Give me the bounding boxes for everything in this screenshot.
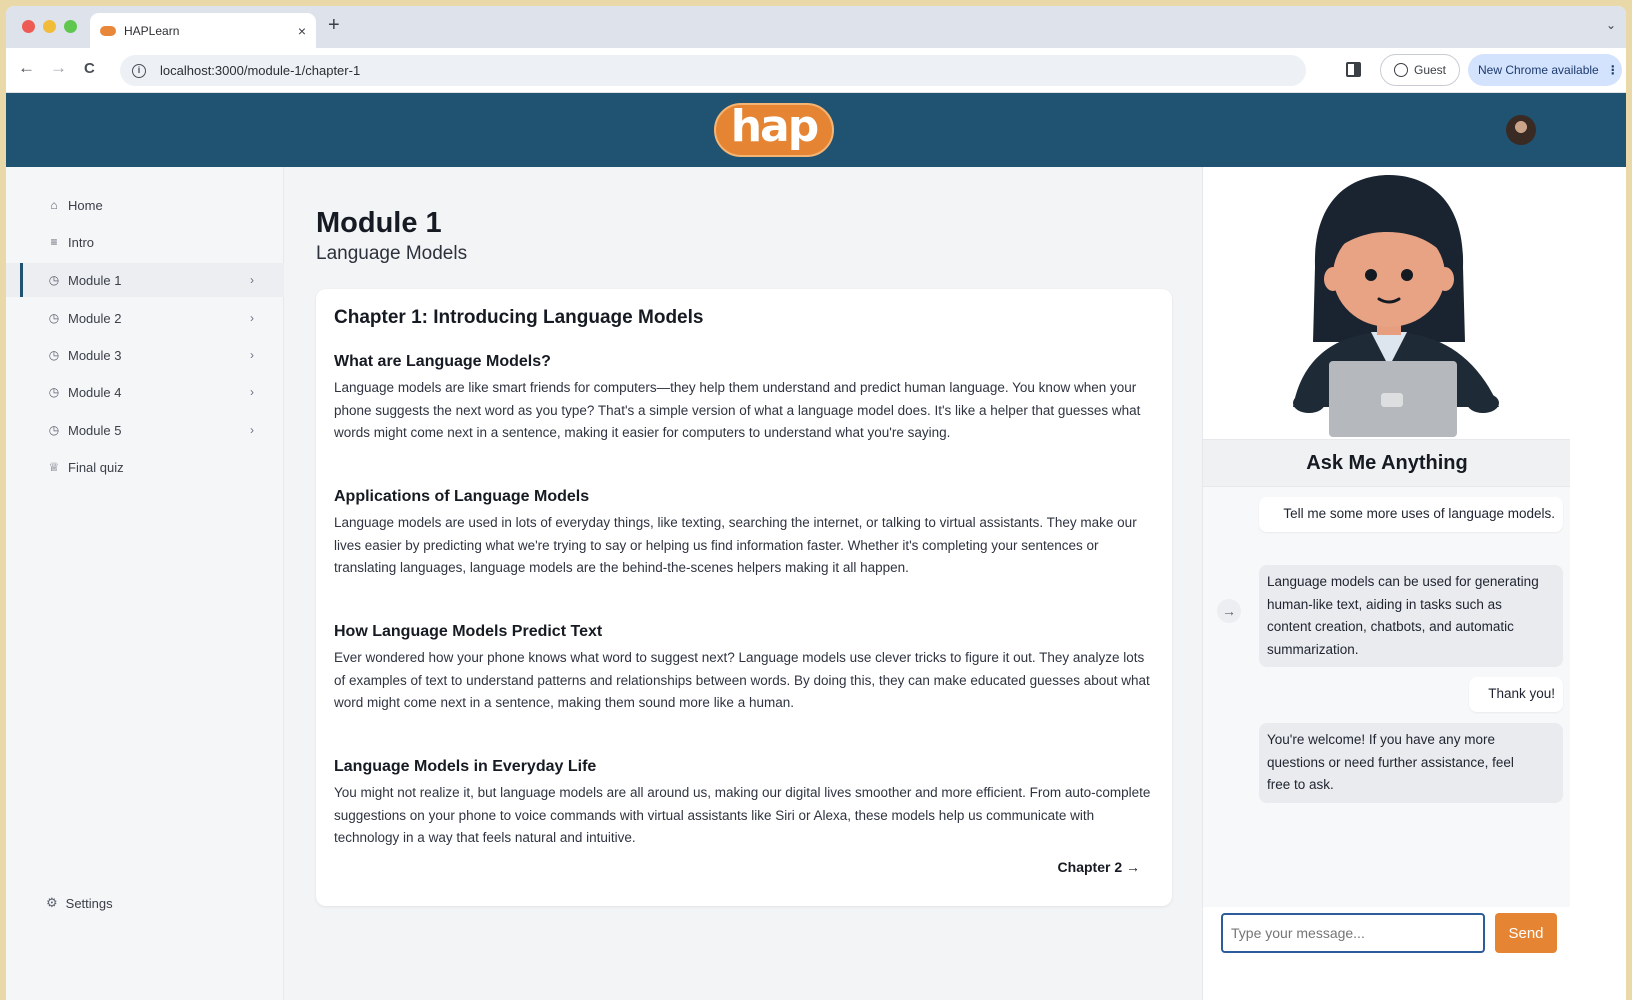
chevron-right-icon: ›	[250, 273, 254, 287]
chat-messages: Tell me some more uses of language model…	[1203, 487, 1571, 907]
tab-close-icon[interactable]: ×	[298, 23, 306, 39]
sidebar-item-label: Module 1	[68, 272, 122, 288]
section-body: Language models are like smart friends f…	[334, 380, 1141, 440]
new-tab-button[interactable]: +	[328, 14, 340, 37]
sidebar-item-label: Module 5	[68, 422, 122, 438]
user-message: Tell me some more uses of language model…	[1259, 497, 1563, 532]
guest-icon	[1393, 63, 1408, 77]
page-subtitle: Language Models	[316, 243, 468, 264]
hap-logo[interactable]: hap	[714, 100, 834, 157]
guest-label: Guest	[1413, 63, 1446, 77]
side-panel-icon[interactable]	[1346, 62, 1361, 77]
window-controls	[22, 20, 77, 33]
list-icon: ≡	[50, 235, 58, 249]
back-button[interactable]: ←	[18, 58, 35, 78]
chevron-right-icon: ›	[250, 423, 254, 437]
tab-title: HAPLearn	[124, 23, 180, 38]
sidebar-item-label: Module 3	[68, 347, 122, 363]
sidebar-item-module-4[interactable]: ◷ Module 4 ›	[6, 375, 284, 409]
profile-button[interactable]: Guest	[1380, 54, 1460, 86]
favicon-icon	[100, 25, 116, 36]
content-section: How Language Models Predict Text Ever wo…	[334, 623, 1156, 715]
sidebar-item-settings[interactable]: ⚙ Settings	[46, 895, 113, 911]
update-label: New Chrome available	[1478, 63, 1599, 77]
chevron-right-icon: ›	[250, 348, 254, 362]
assistant-illustration	[1203, 167, 1571, 439]
clock-icon: ◷	[48, 311, 60, 325]
send-button[interactable]: Send	[1495, 913, 1557, 953]
maximize-window-button[interactable]	[64, 20, 77, 33]
address-bar[interactable]: i localhost:3000/module-1/chapter-1	[120, 55, 1306, 86]
sidebar-item-home[interactable]: ⌂ Home	[6, 188, 284, 222]
logo-text: hap	[730, 100, 820, 152]
sidebar-item-label: Module 4	[68, 384, 122, 400]
gear-icon: ⚙	[46, 895, 58, 910]
close-window-button[interactable]	[22, 20, 35, 33]
clock-icon: ◷	[48, 423, 60, 437]
chevron-right-icon: ›	[250, 385, 254, 399]
bot-message: Language models can be used for generati…	[1259, 565, 1563, 667]
clock-icon: ◷	[48, 385, 60, 399]
section-heading: What are Language Models?	[334, 353, 551, 370]
section-body: You might not realize it, but language m…	[334, 785, 1151, 845]
section-body: Ever wondered how your phone knows what …	[334, 650, 1150, 710]
sidebar-item-final-quiz[interactable]: ♕ Final quiz	[6, 450, 284, 484]
next-chapter-link[interactable]: Chapter 2 →	[1058, 859, 1140, 875]
trophy-icon: ♕	[48, 460, 60, 474]
chat-panel: Ask Me Anything Tell me some more uses o…	[1202, 167, 1571, 1000]
arrow-right-icon[interactable]: →	[1217, 599, 1241, 623]
section-body: Language models are used in lots of ever…	[334, 515, 1137, 575]
sidebar-item-intro[interactable]: ≡ Intro	[6, 225, 284, 259]
section-heading: Language Models in Everyday Life	[334, 758, 597, 775]
sidebar-item-label: Intro	[68, 234, 95, 250]
sidebar-item-label: Home	[68, 197, 103, 213]
section-heading: Applications of Language Models	[334, 488, 590, 505]
sidebar-item-module-5[interactable]: ◷ Module 5 ›	[6, 413, 284, 447]
user-avatar[interactable]	[1506, 115, 1536, 145]
reload-button[interactable]: C	[84, 60, 95, 77]
sidebar: ⌂ Home ≡ Intro ◷ Module 1 › ◷ Module 2 ›…	[6, 167, 284, 1000]
user-message: Thank you!	[1469, 677, 1563, 712]
content-section: Language Models in Everyday Life You mig…	[334, 758, 1156, 850]
minimize-window-button[interactable]	[43, 20, 56, 33]
browser-window: HAPLearn × + ⌄ ← → C i localhost:3000/mo…	[6, 6, 1626, 1000]
clock-icon: ◷	[48, 273, 60, 287]
chapter-card: Chapter 1: Introducing Language Models W…	[316, 289, 1172, 906]
sidebar-item-label: Module 2	[68, 310, 122, 326]
chapter-title: Chapter 1: Introducing Language Models	[334, 307, 704, 328]
bot-message: You're welcome! If you have any more que…	[1259, 723, 1563, 803]
sidebar-item-module-2[interactable]: ◷ Module 2 ›	[6, 301, 284, 335]
page-edge	[1570, 167, 1626, 1000]
content-section: Applications of Language Models Language…	[334, 488, 1156, 580]
sidebar-item-module-3[interactable]: ◷ Module 3 ›	[6, 338, 284, 372]
more-menu-icon[interactable]: ⋮	[1607, 63, 1619, 77]
content-section: What are Language Models? Language model…	[334, 353, 1156, 445]
home-icon: ⌂	[50, 198, 58, 212]
tab-search-button[interactable]: ⌄	[1606, 18, 1616, 32]
forward-button[interactable]: →	[50, 58, 67, 78]
browser-tab[interactable]: HAPLearn ×	[90, 13, 316, 48]
browser-toolbar: ← → C i localhost:3000/module-1/chapter-…	[6, 48, 1626, 93]
site-info-icon[interactable]: i	[132, 63, 146, 78]
sidebar-item-module-1[interactable]: ◷ Module 1 ›	[6, 263, 284, 297]
chat-message-input[interactable]	[1221, 913, 1485, 953]
assistant-character-image	[1293, 175, 1499, 437]
chat-title: Ask Me Anything	[1203, 439, 1571, 487]
section-heading: How Language Models Predict Text	[334, 623, 603, 640]
clock-icon: ◷	[48, 348, 60, 362]
main-content: Module 1 Language Models Chapter 1: Intr…	[284, 167, 1202, 1000]
tab-strip: HAPLearn × + ⌄	[6, 6, 1626, 48]
page-title: Module 1	[316, 207, 442, 239]
url-text: localhost:3000/module-1/chapter-1	[160, 63, 361, 78]
chevron-right-icon: ›	[250, 311, 254, 325]
update-chrome-button[interactable]: New Chrome available ⋮	[1468, 54, 1622, 86]
sidebar-item-label: Final quiz	[68, 459, 124, 475]
app-header: hap	[6, 93, 1626, 167]
settings-label: Settings	[65, 895, 113, 911]
